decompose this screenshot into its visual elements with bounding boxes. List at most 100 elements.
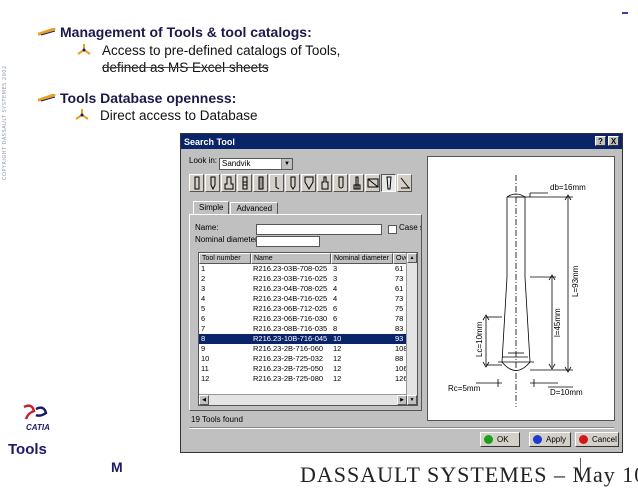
table-cell: 6 (333, 304, 338, 313)
tool-type-endmill-button[interactable] (317, 174, 332, 192)
table-row[interactable]: 9 R216.23-2B-716-060 12 108 (199, 344, 417, 354)
table-cell: 12 (333, 344, 342, 353)
tool-type-engraving-button[interactable] (397, 174, 412, 192)
help-button[interactable]: ? (595, 136, 606, 146)
table-row[interactable]: 5 R216.23-06B-712-025 6 75 (199, 304, 417, 314)
dash-bullet-icon (38, 94, 56, 102)
table-cell: 3 (333, 274, 338, 283)
sub-bullet-1: Access to pre-defined catalogs of Tools,… (76, 42, 340, 76)
col-nominal-diameter[interactable]: Nominal diameter (331, 253, 393, 264)
table-row[interactable]: 4 R216.23-04B-716-025 4 73 (199, 294, 417, 304)
tool-type-facemill-button[interactable] (365, 174, 380, 192)
table-cell: R216.23-08B-716-035 (253, 324, 328, 333)
horizontal-scrollbar[interactable]: ◀ ▶ (199, 394, 407, 405)
ball-mill-icon (338, 176, 343, 189)
col-tool-number[interactable]: Tool number (199, 253, 251, 264)
window-titlebar: Search Tool ? X (181, 134, 622, 149)
search-tool-window: Search Tool ? X Look in: Sandvik ▼ Simpl… (180, 133, 623, 453)
table-cell: R216.23-06B-712-025 (253, 304, 328, 313)
m-label: M (111, 459, 123, 475)
col-name[interactable]: Name (251, 253, 331, 264)
table-row[interactable]: 6 R216.23-06B-716-030 6 78 (199, 314, 417, 324)
dim-rc: Rc=5mm (448, 384, 481, 393)
ok-button[interactable]: OK (480, 432, 520, 447)
chevron-down-icon[interactable]: ▼ (281, 159, 292, 169)
table-row[interactable]: 10 R216.23-2B-725-032 12 88 (199, 354, 417, 364)
case-sensitive-checkbox[interactable] (388, 225, 397, 234)
face-mill-icon (367, 178, 378, 188)
tool-type-spot-button[interactable] (205, 174, 220, 192)
table-row[interactable]: 1 R216.23-03B-708-025 3 61 (199, 264, 417, 274)
table-cell: 10 (333, 334, 342, 343)
table-cell: 78 (395, 314, 404, 323)
table-cell: 106 (395, 364, 407, 373)
tab-simple[interactable]: Simple (193, 201, 230, 214)
tool-type-conical-button[interactable] (381, 174, 396, 192)
table-cell: R216.23-06B-716-030 (253, 314, 328, 323)
table-cell: 2 (201, 274, 206, 283)
table-cell: R216.23-2B-725-032 (253, 354, 324, 363)
cancel-button[interactable]: Cancel (575, 432, 619, 447)
dim-l45: l=45mm (553, 308, 562, 337)
chamfer-icon (304, 176, 313, 190)
table-row[interactable]: 7 R216.23-08B-716-035 8 83 (199, 324, 417, 334)
catia-logo-icon: CATIA (23, 404, 50, 432)
nominal-diameter-input[interactable] (256, 236, 320, 247)
table-cell: 8 (201, 334, 206, 343)
ok-icon (484, 435, 493, 444)
drill-icon (194, 176, 199, 190)
table-row[interactable]: 8 R216.23-10B-716-045 10 93 (199, 334, 417, 344)
table-row[interactable]: 11 R216.23-2B-725-050 12 106 (199, 364, 417, 374)
tool-type-ballmill-button[interactable] (333, 174, 348, 192)
close-button[interactable]: X (608, 136, 619, 146)
reamer-icon (258, 176, 263, 190)
name-input[interactable] (256, 224, 382, 235)
look-in-combo[interactable]: Sandvik ▼ (219, 158, 293, 170)
dim-db: db=16mm (550, 183, 586, 192)
table-cell: 75 (395, 304, 404, 313)
window-title: Search Tool (184, 136, 235, 147)
table-cell: 6 (333, 314, 338, 323)
scroll-right-icon[interactable]: ▶ (397, 395, 407, 405)
search-panel: Name: Case se Nominal diameter: Tool num… (189, 214, 422, 411)
tool-type-reamer-button[interactable] (253, 174, 268, 192)
tools-label: Tools (8, 441, 47, 458)
cancel-icon (579, 435, 588, 444)
table-cell: 3 (201, 284, 206, 293)
scroll-up-icon[interactable]: ▲ (407, 253, 417, 263)
tool-type-tslot-button[interactable] (349, 174, 364, 192)
scroll-left-icon[interactable]: ◀ (199, 395, 209, 405)
table-cell: R216.23-04B-716-025 (253, 294, 328, 303)
table-cell: 4 (201, 294, 206, 303)
conical-mill-icon (385, 176, 392, 190)
tool-drawing: db=16mm L=93mm l=45mm Lc=10mm Rc=5mm D=1… (448, 175, 586, 407)
table-cell: 11 (201, 364, 209, 373)
tool-type-chamfer-button[interactable] (301, 174, 316, 192)
tool-type-boring-button[interactable] (269, 174, 284, 192)
sub-bullet-3: Direct access to Database (74, 107, 258, 124)
engraving-icon (400, 177, 410, 189)
table-cell: 93 (395, 334, 404, 343)
tool-type-counterbore-button[interactable] (221, 174, 236, 192)
table-row[interactable]: 12 R216.23-2B-725-080 12 126 (199, 374, 417, 384)
vertical-scrollbar[interactable]: ▲ ▼ (406, 253, 417, 405)
table-row[interactable]: 3 R216.23-04B-708-025 4 61 (199, 284, 417, 294)
table-header: Tool number Name Nominal diameter Ove (199, 253, 417, 264)
boring-bar-icon (275, 177, 279, 190)
scroll-down-icon[interactable]: ▼ (407, 395, 417, 405)
table-row[interactable]: 2 R216.23-03B-716-025 3 73 (199, 274, 417, 284)
logo-text: CATIA (26, 423, 50, 432)
apply-button[interactable]: Apply (529, 432, 571, 447)
name-label: Name: (195, 223, 219, 232)
tap-icon (242, 176, 247, 190)
tri-arrow-icon (75, 109, 89, 120)
table-cell: 3 (333, 264, 338, 273)
tool-type-drill-button[interactable] (189, 174, 204, 192)
table-cell: 6 (201, 314, 206, 323)
tool-type-tap-button[interactable] (237, 174, 252, 192)
apply-label: Apply (546, 435, 567, 444)
col-overall-length[interactable]: Ove (393, 253, 407, 264)
tool-type-center-button[interactable] (285, 174, 300, 192)
table-cell: R216.23-03B-716-025 (253, 274, 328, 283)
table-cell: 83 (395, 324, 404, 333)
